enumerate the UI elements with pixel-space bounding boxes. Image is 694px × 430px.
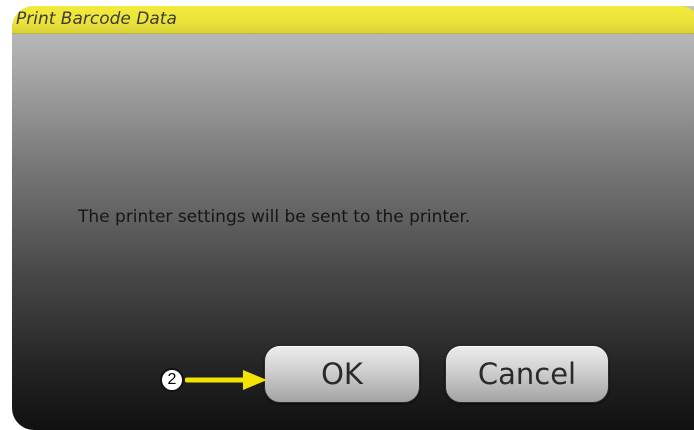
step-number-badge: 2 [160, 368, 184, 392]
cancel-button[interactable]: Cancel [445, 345, 609, 403]
dialog-title: Print Barcode Data [16, 9, 177, 29]
arrow-right-icon [185, 370, 267, 390]
dialog-message: The printer settings will be sent to the… [78, 207, 471, 227]
ok-button[interactable]: OK [264, 345, 420, 403]
dialog-title-bar: Print Barcode Data [12, 6, 694, 34]
